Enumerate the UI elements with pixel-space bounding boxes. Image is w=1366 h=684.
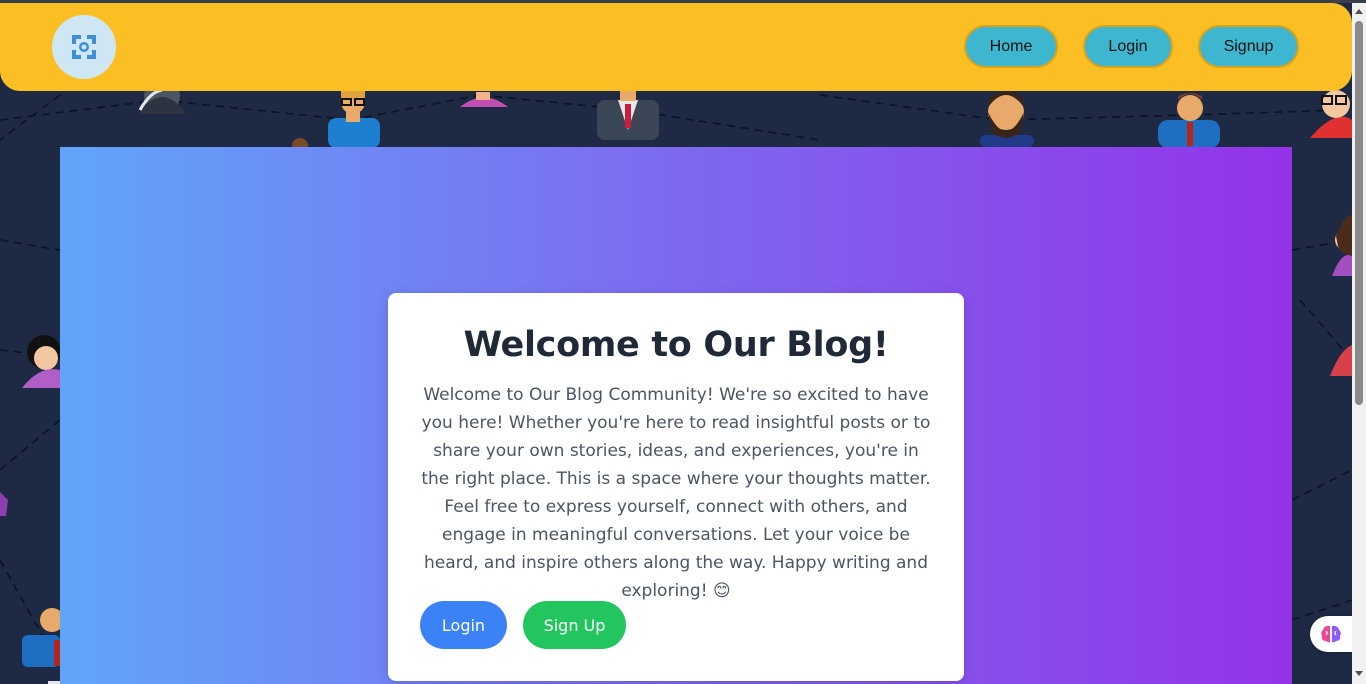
floating-widget-button[interactable] — [1310, 616, 1352, 652]
scroll-thumb[interactable] — [1355, 21, 1363, 405]
login-button[interactable]: Login — [420, 601, 507, 649]
nav-signup-button[interactable]: Signup — [1198, 25, 1299, 68]
welcome-title: Welcome to Our Blog! — [463, 325, 889, 365]
nav-login-button[interactable]: Login — [1083, 25, 1173, 68]
navbar: Home Login Signup — [0, 3, 1352, 91]
signup-button[interactable]: Sign Up — [523, 601, 626, 649]
scroll-up-arrow-icon[interactable] — [1355, 9, 1363, 14]
page-scrollbar[interactable] — [1352, 3, 1366, 684]
welcome-text: Welcome to Our Blog Community! We're so … — [421, 385, 931, 601]
logo[interactable] — [52, 15, 116, 79]
scroll-down-arrow-icon[interactable] — [1355, 671, 1363, 676]
nav-home-button[interactable]: Home — [964, 25, 1058, 68]
logo-icon — [72, 35, 96, 59]
welcome-card: Welcome to Our Blog! Welcome to Our Blog… — [388, 293, 964, 681]
brain-icon — [1321, 625, 1341, 643]
